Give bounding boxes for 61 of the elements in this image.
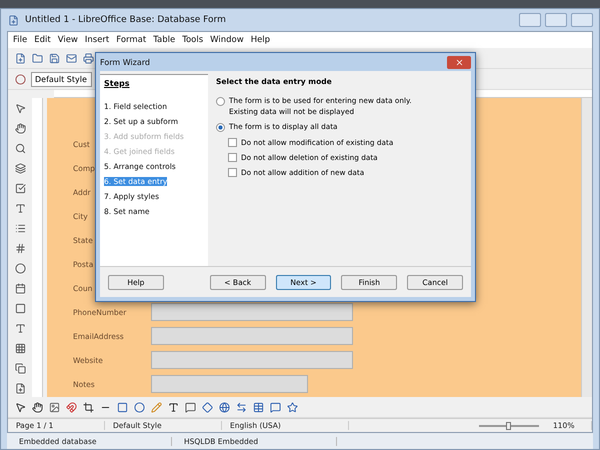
text-icon[interactable] — [167, 400, 180, 414]
globe-icon[interactable] — [218, 400, 231, 414]
new-document-icon[interactable] — [14, 52, 27, 64]
grid-icon[interactable] — [14, 342, 26, 355]
text-field[interactable] — [151, 303, 353, 321]
hand-icon[interactable] — [31, 400, 44, 414]
menu-item[interactable]: Edit — [34, 35, 51, 45]
menu-item[interactable]: Insert — [84, 35, 110, 45]
speech-bubble-icon[interactable] — [184, 400, 197, 414]
radio-button[interactable] — [216, 123, 225, 132]
layers-icon[interactable] — [14, 162, 26, 175]
search-icon[interactable] — [14, 142, 26, 155]
pointer-icon[interactable] — [14, 400, 27, 414]
copy-icon[interactable] — [14, 362, 26, 375]
circle-icon[interactable] — [14, 72, 27, 86]
menu-item[interactable]: Tools — [182, 35, 204, 45]
checkbox[interactable] — [228, 168, 237, 177]
style-dropdown[interactable]: Default Style — [31, 72, 92, 86]
double-arrow-icon[interactable] — [235, 400, 248, 414]
menu-item[interactable]: File — [13, 35, 28, 45]
close-icon — [454, 58, 464, 66]
calendar-icon[interactable] — [14, 282, 26, 295]
text-field[interactable] — [151, 351, 353, 369]
checkbox[interactable] — [228, 153, 237, 162]
menu-item[interactable]: View — [58, 35, 78, 45]
checkbox[interactable] — [228, 138, 237, 147]
hash-icon[interactable] — [14, 242, 26, 255]
checkbox-icon[interactable] — [14, 182, 26, 195]
mail-icon[interactable] — [65, 52, 78, 64]
menu-item[interactable]: Help — [250, 35, 270, 45]
menu-item[interactable]: Format — [116, 35, 146, 45]
document-icon — [7, 14, 20, 26]
window-title: Untitled 1 - LibreOffice Base: Database Form — [25, 15, 226, 25]
speech-bubble-icon[interactable] — [269, 400, 282, 414]
star-icon[interactable] — [286, 400, 299, 414]
document-icon[interactable] — [14, 382, 26, 395]
text-icon[interactable] — [14, 322, 26, 335]
steps-heading: Steps — [104, 79, 130, 88]
table-icon[interactable] — [252, 400, 265, 414]
save-icon[interactable] — [48, 52, 61, 64]
radio-button[interactable] — [216, 97, 225, 106]
dialog-title: Form Wizard — [100, 58, 150, 66]
rectangle-icon[interactable] — [116, 400, 129, 414]
printer-icon[interactable] — [82, 52, 95, 64]
pointer-icon[interactable] — [14, 102, 26, 115]
ellipse-icon[interactable] — [133, 400, 146, 414]
hand-icon[interactable] — [14, 122, 26, 135]
text-field[interactable] — [151, 327, 353, 345]
radio-icon[interactable] — [14, 262, 26, 275]
menu-item[interactable]: Table — [153, 35, 176, 45]
magnet-icon[interactable] — [65, 400, 78, 414]
image-icon[interactable] — [48, 400, 61, 414]
menu-item[interactable]: Window — [210, 35, 244, 45]
crop-icon[interactable] — [82, 400, 95, 414]
square-icon[interactable] — [14, 302, 26, 315]
text-field-icon[interactable] — [14, 202, 26, 215]
close-button[interactable] — [447, 56, 471, 68]
text-field[interactable] — [151, 375, 308, 393]
diamond-icon[interactable] — [201, 400, 214, 414]
folder-icon[interactable] — [31, 52, 44, 64]
scrollbar[interactable] — [581, 98, 592, 397]
